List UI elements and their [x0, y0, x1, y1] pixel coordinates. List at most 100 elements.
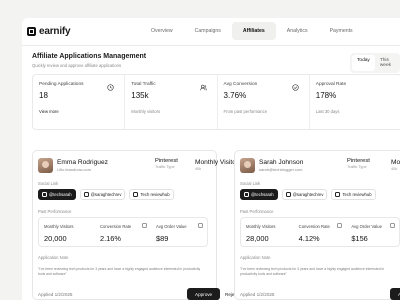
- youtube-icon: [133, 192, 139, 197]
- application-note: "I've been reviewing tech products for 3…: [240, 267, 385, 276]
- range-today-button[interactable]: Today: [352, 55, 375, 71]
- stat-total-traffic: Total Traffic 135k Monthly visitors: [125, 75, 218, 129]
- perf-label: Conversion Rate: [100, 224, 132, 229]
- traffic-type-label: Traffic Type: [155, 165, 175, 169]
- stat-value: 18: [39, 91, 48, 100]
- social-handle: Tech reviewhub: [342, 192, 372, 197]
- perf-label: Avg Order Value: [156, 224, 187, 229]
- stat-label: Approval Rate: [315, 82, 347, 87]
- nav-tab-affiliates[interactable]: Affiliates: [231, 22, 276, 40]
- past-performance-label: Past Performance: [38, 209, 72, 214]
- instagram-icon: [244, 192, 249, 197]
- stats-panel: Pending Applications 18 View more Total …: [32, 74, 400, 130]
- date-range-toggle: Today This week: [350, 53, 400, 73]
- app-window: earnify Overview Campaigns Affiliates An…: [22, 18, 400, 300]
- monthly-visitors-value: 40k: [195, 167, 202, 171]
- perf-conversion-rate: Conversion Rate 2.16%: [95, 218, 151, 246]
- application-note-label: Application Note: [38, 255, 69, 260]
- social-links: @techsarah @saraghtechrev Tech reviewhub: [240, 189, 376, 200]
- logo[interactable]: earnify: [27, 26, 71, 37]
- social-chip-instagram[interactable]: @saraghtechrev: [281, 189, 328, 200]
- percent-icon: [142, 223, 147, 228]
- applicant-email: sarah@techblogger.com: [259, 167, 303, 172]
- applicant-name: Emma Rodriguez: [57, 159, 108, 166]
- youtube-icon: [335, 192, 341, 197]
- dollar-icon: [390, 223, 396, 228]
- stat-foot: Last 30 days: [315, 109, 340, 114]
- perf-value: 28,000: [246, 234, 269, 243]
- perf-label: Conversion Rate: [298, 224, 330, 229]
- instagram-icon: [42, 192, 47, 197]
- page-subtitle: Quickly review and approve affiliate app…: [32, 63, 122, 68]
- page-title: Affiliate Applications Management: [32, 53, 147, 60]
- approve-button[interactable]: Approve: [187, 288, 221, 300]
- stat-foot: Monthly visitors: [131, 109, 161, 114]
- approve-button[interactable]: Approve: [390, 288, 400, 300]
- clock-icon: [107, 84, 114, 91]
- perf-value: $89: [156, 234, 169, 243]
- top-navigation-bar: earnify Overview Campaigns Affiliates An…: [22, 18, 400, 46]
- stat-avg-conversion: Avg Conversion 3.76% From past performan…: [218, 75, 310, 129]
- instagram-icon: [83, 192, 89, 197]
- range-week-button[interactable]: This week: [375, 55, 398, 71]
- logo-icon: [27, 27, 36, 36]
- monthly-visitors-value: 40k: [391, 167, 398, 171]
- application-note: "I've been reviewing tech products for 3…: [38, 267, 201, 276]
- logo-text: earnify: [39, 26, 71, 37]
- applied-date: Applied 1/2/2025: [38, 292, 73, 297]
- perf-value: 2.16%: [100, 234, 121, 243]
- traffic-type-label: Traffic Type: [347, 165, 367, 169]
- perf-label: Avg Order Value: [351, 224, 382, 229]
- stat-value: 178%: [315, 91, 337, 100]
- dollar-icon: [198, 223, 203, 228]
- performance-panel: Monthly Visitors 20,000 Conversion Rate 2.…: [38, 217, 208, 247]
- monthly-visitors-label: Mo: [391, 159, 400, 166]
- social-chip-instagram[interactable]: @techsarah: [38, 189, 76, 200]
- nav-tab-analytics[interactable]: Analytics: [276, 22, 319, 40]
- stat-value: 3.76%: [223, 91, 247, 100]
- social-handle: @techsarah: [251, 192, 274, 197]
- social-chip-youtube[interactable]: Tech reviewhub: [331, 189, 376, 200]
- instagram-icon: [285, 192, 291, 197]
- avatar: [38, 158, 53, 173]
- social-link-label: Social Link: [240, 181, 261, 186]
- perf-value: $156: [351, 234, 368, 243]
- social-chip-instagram[interactable]: @techsarah: [240, 189, 278, 200]
- perf-label: Monthly Visitors: [44, 224, 74, 229]
- stat-value: 135k: [131, 91, 149, 100]
- social-chip-instagram[interactable]: @saraghtechrev: [79, 189, 126, 200]
- nav-tab-payments[interactable]: Payments: [319, 22, 364, 40]
- applicant-name: Sarah Johnson: [259, 159, 304, 166]
- application-note-label: Application Note: [240, 255, 271, 260]
- social-link-label: Social Link: [38, 181, 59, 186]
- application-card: Emma Rodriguez Lifio.leandnow.com Pinter…: [32, 150, 241, 300]
- stat-approval-rate: Approval Rate 178% Last 30 days: [310, 75, 400, 129]
- main-nav: Overview Campaigns Affiliates Analytics …: [140, 22, 364, 40]
- perf-avg-order-value: Avg Order Value $156: [346, 218, 399, 246]
- applied-date: Applied 1/2/2025: [240, 292, 275, 297]
- social-chip-youtube[interactable]: Tech reviewhub: [129, 189, 174, 200]
- applicant-email: Lifio.leandnow.com: [57, 167, 92, 172]
- social-handle: @saraghtechrev: [292, 192, 324, 197]
- perf-label: Monthly Visitors: [246, 224, 276, 229]
- perf-monthly-visitors: Monthly Visitors 20,000: [39, 218, 95, 246]
- nav-tab-campaigns[interactable]: Campaigns: [184, 22, 232, 40]
- perf-avg-order-value: Avg Order Value $89: [151, 218, 207, 246]
- past-performance-label: Past Performance: [240, 209, 274, 214]
- performance-panel: Monthly Visitors 28,000 Conversion Rate 4.…: [240, 217, 400, 247]
- social-handle: @techsarah: [49, 192, 72, 197]
- application-card: Sarah Johnson sarah@techblogger.com Pint…: [234, 150, 400, 300]
- nav-tab-overview[interactable]: Overview: [140, 22, 184, 40]
- traffic-platform: Pinterest: [155, 158, 178, 164]
- social-handle: @saraghtechrev: [90, 192, 122, 197]
- view-more-link[interactable]: View more: [39, 109, 118, 114]
- avatar: [240, 158, 255, 173]
- stat-pending-applications: Pending Applications 18 View more: [33, 75, 126, 129]
- social-links: @techsarah @saraghtechrev Tech reviewhub: [38, 189, 174, 200]
- social-handle: Tech reviewhub: [140, 192, 170, 197]
- perf-value: 20,000: [44, 234, 67, 243]
- perf-conversion-rate: Conversion Rate 4.12%: [294, 218, 347, 246]
- percent-icon: [337, 223, 343, 228]
- traffic-platform: Pinterest: [347, 158, 370, 164]
- perf-monthly-visitors: Monthly Visitors 28,000: [241, 218, 294, 246]
